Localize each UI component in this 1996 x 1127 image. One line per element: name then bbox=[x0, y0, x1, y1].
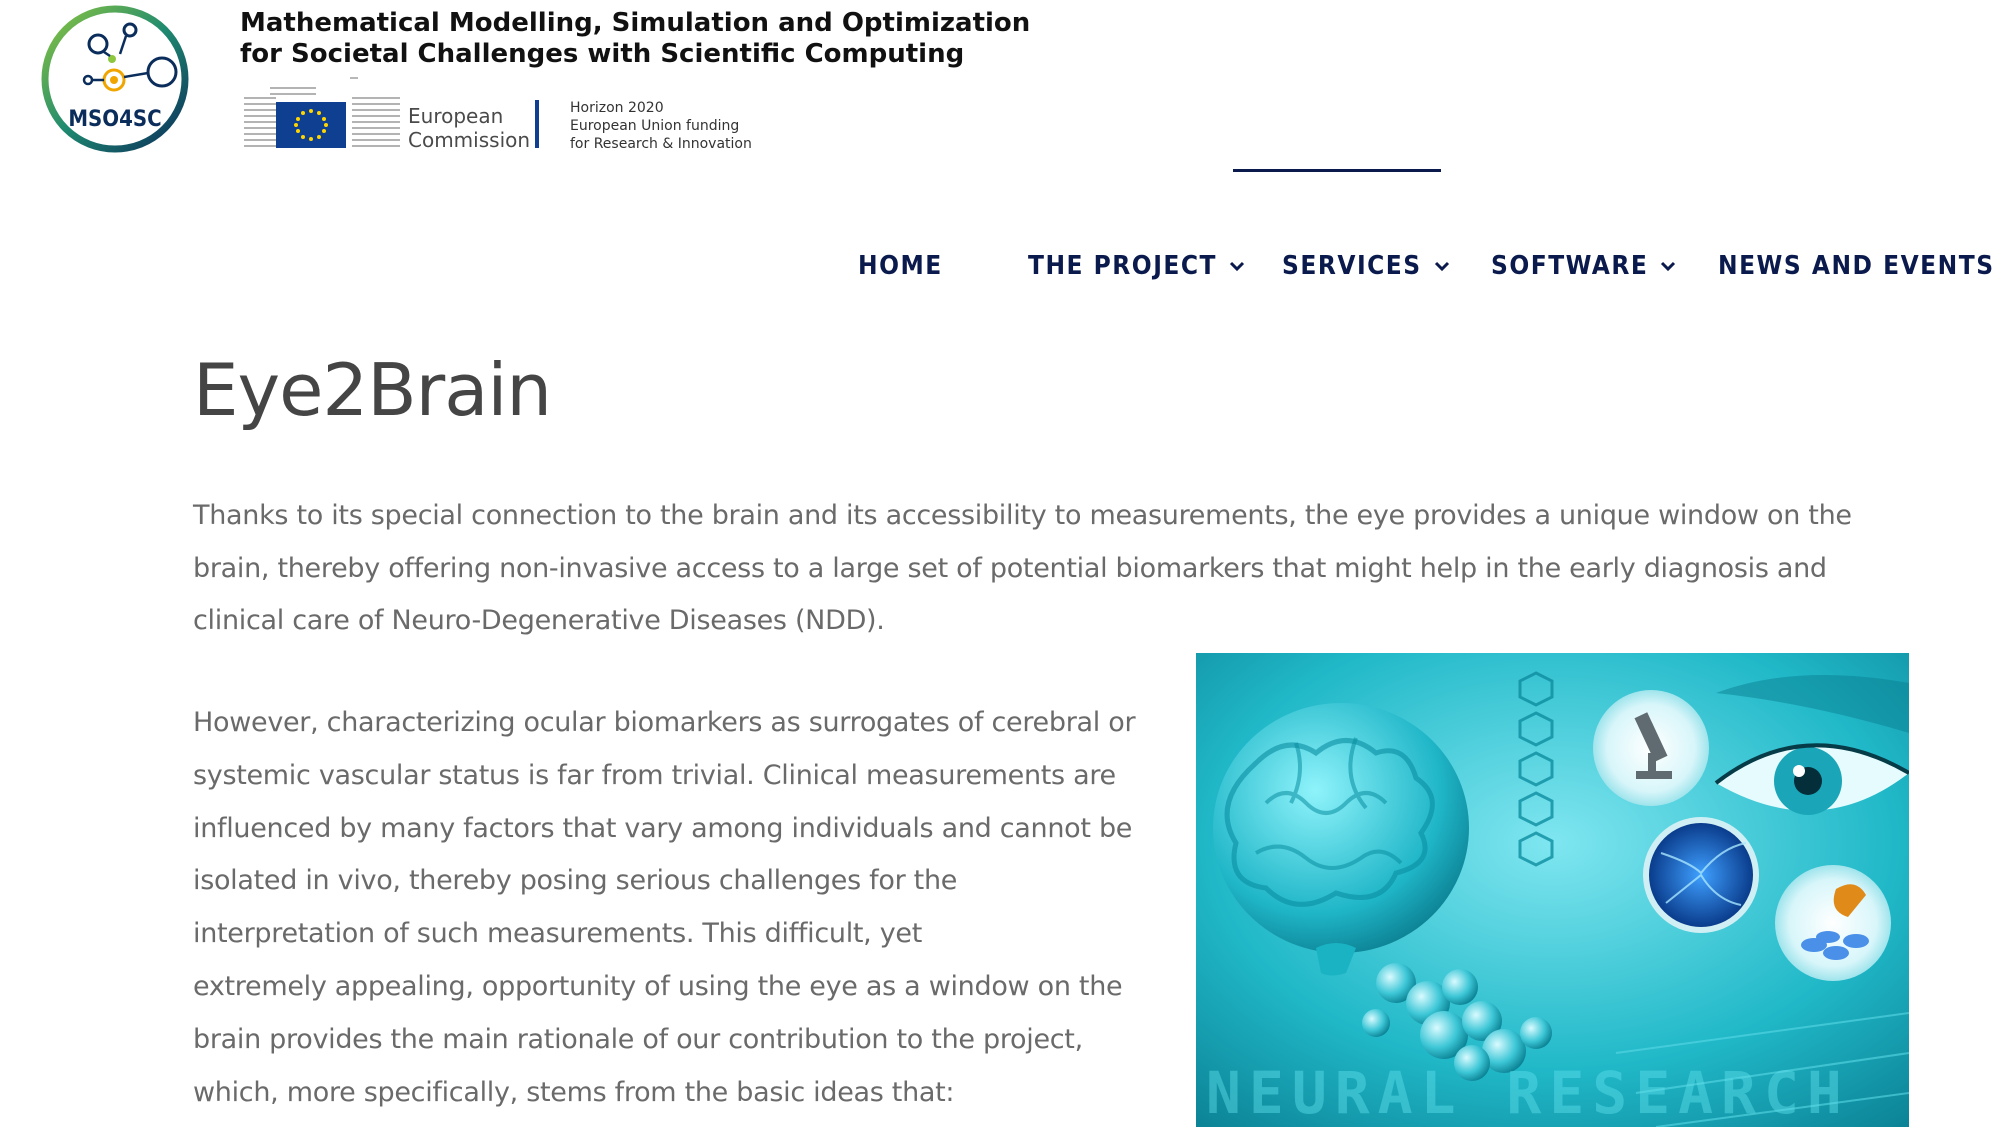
body-paragraph-line: extremely appealing, opportunity of usin… bbox=[193, 970, 1123, 1002]
nav-item-the-project[interactable]: THE PROJECT bbox=[1028, 246, 1247, 286]
intro-paragraph: Thanks to its special connection to the … bbox=[193, 500, 1852, 636]
h2020-line-1: Horizon 2020 bbox=[570, 100, 664, 116]
active-nav-indicator bbox=[1233, 169, 1441, 172]
horizon-2020-label: Horizon 2020 European Union funding for … bbox=[570, 99, 752, 153]
body-paragraph-line: brain provides the main rationale of our… bbox=[193, 1023, 1083, 1055]
chevron-down-icon bbox=[1434, 261, 1449, 272]
body-paragraph-line: influenced by many factors that vary amo… bbox=[193, 812, 1133, 844]
body-paragraph-line: which, more specifically, stems from the… bbox=[193, 1076, 955, 1108]
nav-item-label: SERVICES bbox=[1282, 251, 1422, 281]
nav-item-label: HOME bbox=[858, 251, 943, 281]
page-title: Eye2Brain bbox=[193, 348, 552, 432]
nav-item-label: SOFTWARE bbox=[1491, 251, 1649, 281]
image-overlay-text: NEURAL RESEARCH bbox=[1206, 1059, 1850, 1127]
body-paragraph: However, characterizing ocular biomarker… bbox=[193, 697, 1136, 1119]
body-paragraph-line: isolated in vivo, thereby posing serious… bbox=[193, 865, 958, 897]
mso4sc-logo[interactable]: MSO4SC bbox=[40, 4, 190, 154]
h2020-line-2: European Union funding bbox=[570, 118, 740, 134]
main-nav: HOME THE PROJECT SERVICES SOFTWARE NEWS … bbox=[0, 246, 1996, 286]
ec-line-1: European bbox=[408, 104, 504, 128]
chevron-down-icon bbox=[1661, 261, 1676, 272]
site-title-line-1: Mathematical Modelling, Simulation and O… bbox=[240, 8, 1031, 38]
body-paragraph-line: However, characterizing ocular biomarker… bbox=[193, 707, 1136, 738]
site-title: Mathematical Modelling, Simulation and O… bbox=[240, 8, 1030, 70]
nav-item-label: THE PROJECT bbox=[1028, 251, 1217, 281]
neural-research-image: NEURAL RESEARCH bbox=[1196, 653, 1909, 1127]
nav-item-label: NEWS AND EVENTS bbox=[1718, 251, 1995, 281]
nav-item-services[interactable]: SERVICES bbox=[1282, 246, 1452, 286]
logo-text: MSO4SC bbox=[68, 107, 161, 132]
nav-item-home[interactable]: HOME bbox=[858, 246, 943, 286]
h2020-line-3: for Research & Innovation bbox=[570, 136, 752, 152]
european-commission-label: European Commission bbox=[408, 104, 530, 152]
chevron-down-icon bbox=[1229, 261, 1245, 272]
body-paragraph-line: systemic vascular status is far from tri… bbox=[193, 759, 1116, 791]
nav-item-software[interactable]: SOFTWARE bbox=[1491, 246, 1678, 286]
nav-item-news-and-events[interactable]: NEWS AND EVENTS bbox=[1718, 246, 1996, 286]
ec-divider bbox=[535, 100, 539, 148]
body-paragraph-line: interpretation of such measurements. Thi… bbox=[193, 918, 923, 950]
ec-line-2: Commission bbox=[408, 128, 531, 152]
site-title-line-2: for Societal Challenges with Scientific … bbox=[240, 39, 965, 69]
